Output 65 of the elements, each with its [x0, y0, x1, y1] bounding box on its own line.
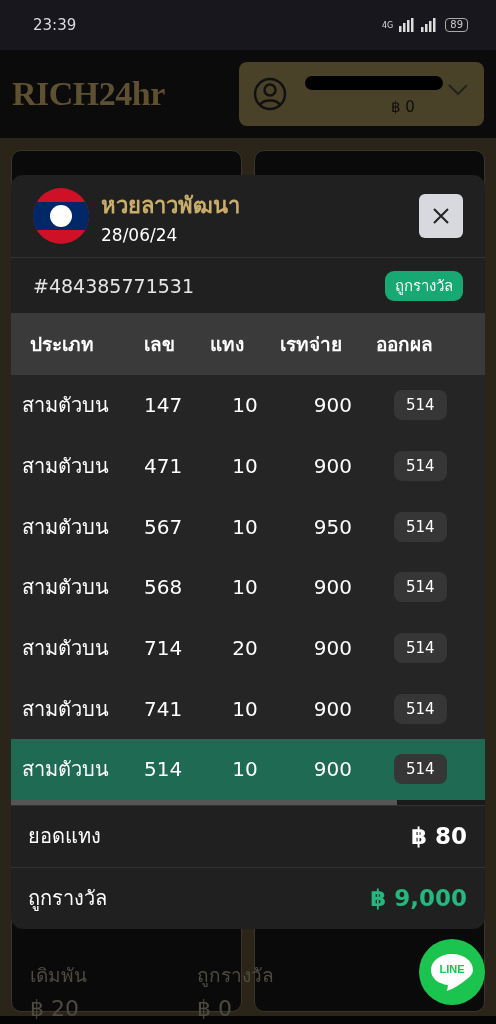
scrollbar[interactable]: [11, 799, 397, 805]
result-number: 514: [394, 511, 447, 542]
battery-level: 89: [445, 18, 468, 32]
payout-rate: 900: [312, 757, 353, 782]
stat-value: ฿ 20: [30, 996, 80, 1021]
column-header: เลข: [144, 332, 176, 357]
stat-label: เดิมพัน: [30, 963, 87, 988]
bet-number: 471: [144, 454, 184, 479]
bet-amount: 10: [231, 514, 259, 539]
summary-label: ยอดแทง: [28, 823, 101, 851]
bet-type: สามตัวบน: [22, 756, 110, 784]
payout-rate: 900: [312, 393, 353, 418]
status-time: 23:39: [33, 16, 77, 34]
result-number: 514: [394, 633, 447, 664]
bet-type: สามตัวบน: [22, 392, 110, 420]
bet-type: สามตัวบน: [22, 513, 110, 541]
result-number: 514: [394, 390, 447, 421]
balance: ฿ 0: [391, 98, 415, 116]
bet-amount: 20: [231, 636, 259, 661]
bet-type: สามตัวบน: [22, 453, 110, 481]
status-badge: ถูกรางวัล: [385, 270, 463, 301]
bet-amount: 10: [231, 575, 259, 600]
bet-amount: 10: [231, 696, 259, 721]
close-button[interactable]: [419, 194, 463, 238]
bet-number: 741: [144, 696, 184, 721]
bet-type: สามตัวบน: [22, 635, 110, 663]
bet-amount: 10: [231, 454, 259, 479]
chevron-down-icon: [448, 84, 468, 96]
draw-date: 28/06/24: [101, 224, 179, 245]
result-number: 514: [394, 754, 447, 785]
close-icon: [432, 207, 450, 225]
flag-icon: [33, 188, 89, 244]
summary-label: ถูกรางวัล: [28, 885, 107, 913]
network-label: 4G: [381, 20, 394, 30]
account-button[interactable]: ฿ 0: [239, 62, 484, 126]
summary-value: ฿ 9,000: [370, 885, 467, 912]
payout-rate: 950: [312, 514, 353, 539]
payout-rate: 900: [312, 696, 353, 721]
bet-amount: 10: [231, 757, 259, 782]
speech-bubble-icon: [429, 952, 475, 992]
bet-amount: 10: [231, 393, 259, 418]
payout-rate: 900: [312, 575, 353, 600]
result-number: 514: [394, 451, 447, 482]
column-header: ออกผล: [375, 332, 434, 357]
bet-type: สามตัวบน: [22, 574, 110, 602]
stat-value: ฿ 0: [197, 996, 233, 1021]
user-icon: [253, 77, 287, 111]
bet-number: 568: [144, 575, 184, 600]
payout-rate: 900: [312, 454, 353, 479]
bet-number: 514: [144, 757, 184, 782]
bet-number: 147: [144, 393, 184, 418]
bet-type: สามตัวบน: [22, 695, 110, 723]
ticket-number: #484385771531: [33, 274, 194, 297]
summary-value: ฿ 80: [410, 823, 467, 850]
bet-number: 567: [144, 514, 184, 539]
column-header: แทง: [210, 332, 245, 357]
result-number: 514: [394, 572, 447, 603]
stat-label: ถูกรางวัล: [197, 963, 274, 989]
column-header: ประเภท: [29, 332, 95, 357]
logo: RICH24hr: [12, 75, 165, 113]
result-number: 514: [394, 693, 447, 724]
payout-rate: 900: [312, 636, 353, 661]
bet-number: 714: [144, 636, 184, 661]
lottery-title: หวยลาวพัฒนา: [101, 191, 241, 220]
column-header: เรทจ่าย: [280, 332, 343, 357]
